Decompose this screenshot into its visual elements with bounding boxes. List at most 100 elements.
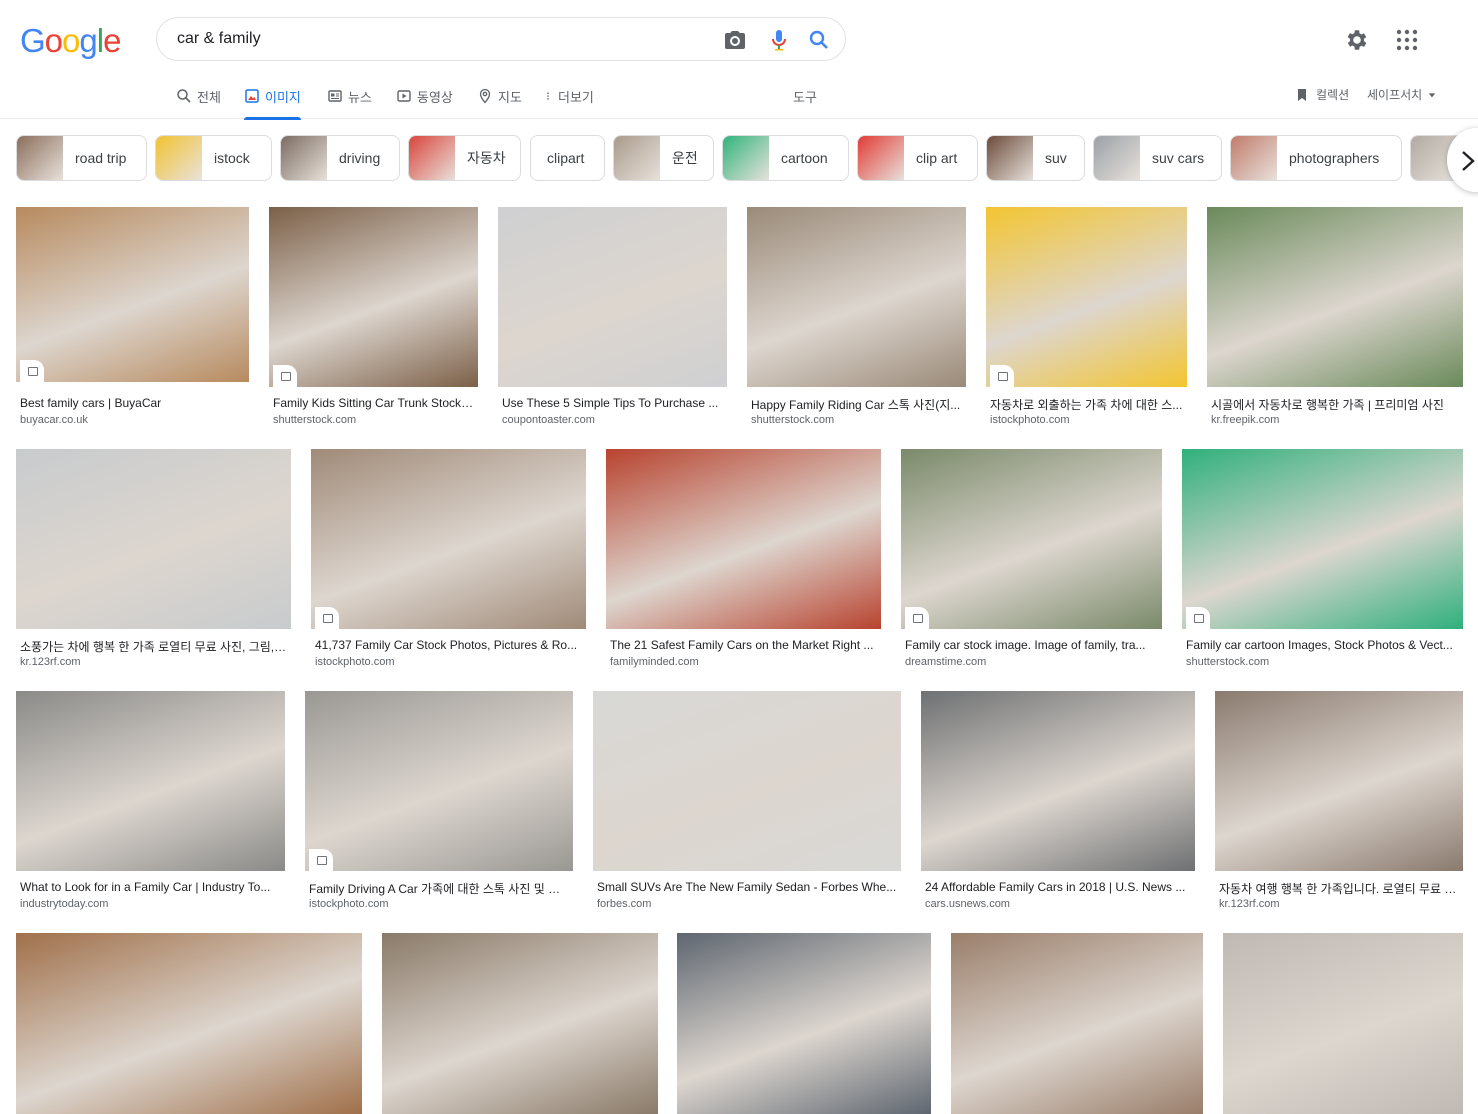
image-result-card[interactable] bbox=[677, 933, 931, 1114]
result-title[interactable]: Happy Family Riding Car 스톡 사진(지... bbox=[751, 396, 962, 413]
image-result-card[interactable]: Family Driving A Car 가족에 대한 스톡 사진 및 기...… bbox=[305, 691, 573, 921]
result-thumbnail[interactable] bbox=[305, 691, 573, 871]
chip-label: suv bbox=[1045, 150, 1067, 166]
image-result-card[interactable]: Family car cartoon Images, Stock Photos … bbox=[1182, 449, 1463, 679]
search-input[interactable]: car & family bbox=[177, 30, 261, 48]
tab-maps[interactable]: 지도 bbox=[477, 86, 522, 106]
related-chip[interactable]: 운전 bbox=[613, 135, 714, 181]
result-source: shutterstock.com bbox=[273, 414, 357, 426]
result-thumbnail[interactable] bbox=[747, 207, 966, 387]
image-result-card[interactable]: 소풍가는 차에 행복 한 가족 로열티 무료 사진, 그림, 이... kr.12… bbox=[16, 449, 291, 679]
result-thumbnail[interactable] bbox=[16, 933, 362, 1114]
tab-label: 이미지 bbox=[265, 89, 301, 105]
result-title[interactable]: 41,737 Family Car Stock Photos, Pictures… bbox=[315, 638, 582, 652]
result-thumbnail[interactable] bbox=[951, 933, 1203, 1114]
related-chip[interactable]: driving bbox=[280, 135, 400, 181]
image-result-card[interactable]: 자동차로 외출하는 가족 차에 대한 스... istockphoto.com bbox=[986, 207, 1187, 437]
safesearch-dropdown[interactable]: 세이프서치 bbox=[1367, 86, 1436, 103]
result-title[interactable]: Small SUVs Are The New Family Sedan - Fo… bbox=[597, 880, 897, 894]
image-result-card[interactable]: Happy Family Riding Car 스톡 사진(지... shutte… bbox=[747, 207, 966, 437]
image-result-card[interactable]: Use These 5 Simple Tips To Purchase ... c… bbox=[498, 207, 727, 437]
result-title[interactable]: 소풍가는 차에 행복 한 가족 로열티 무료 사진, 그림, 이... bbox=[20, 638, 287, 655]
result-thumbnail[interactable] bbox=[986, 207, 1187, 387]
result-thumbnail[interactable] bbox=[921, 691, 1195, 871]
image-result-card[interactable] bbox=[16, 933, 362, 1114]
result-thumbnail[interactable] bbox=[1223, 933, 1463, 1114]
related-chip[interactable]: istock bbox=[155, 135, 272, 181]
chip-thumbnail bbox=[858, 136, 904, 180]
image-result-card[interactable]: 24 Affordable Family Cars in 2018 | U.S.… bbox=[921, 691, 1195, 921]
related-chip[interactable]: clip art bbox=[857, 135, 978, 181]
chip-label: photographers bbox=[1289, 150, 1380, 166]
tab-images[interactable]: 이미지 bbox=[244, 86, 301, 120]
tab-videos[interactable]: 동영상 bbox=[396, 86, 453, 106]
caret-down-icon bbox=[1429, 92, 1436, 97]
result-thumbnail[interactable] bbox=[269, 207, 478, 387]
chip-label: clipart bbox=[547, 150, 585, 166]
result-thumbnail[interactable] bbox=[1207, 207, 1463, 387]
result-title[interactable]: 24 Affordable Family Cars in 2018 | U.S.… bbox=[925, 880, 1191, 894]
result-thumbnail[interactable] bbox=[498, 207, 727, 387]
tab-news[interactable]: 뉴스 bbox=[327, 86, 372, 106]
result-thumbnail[interactable] bbox=[677, 933, 931, 1114]
result-thumbnail[interactable] bbox=[16, 691, 285, 871]
image-result-card[interactable]: 자동차 여행 행복 한 가족입니다. 로열티 무료 사... kr.123rf.c… bbox=[1215, 691, 1463, 921]
image-result-card[interactable]: Best family cars | BuyaCar buyacar.co.uk bbox=[16, 207, 249, 437]
result-title[interactable]: 시골에서 자동차로 행복한 가족 | 프리미엄 사진 bbox=[1211, 396, 1459, 413]
result-thumbnail[interactable] bbox=[16, 207, 249, 382]
result-thumbnail[interactable] bbox=[311, 449, 586, 629]
result-title[interactable]: Use These 5 Simple Tips To Purchase ... bbox=[502, 396, 723, 410]
result-thumbnail[interactable] bbox=[606, 449, 881, 629]
image-result-card[interactable]: 41,737 Family Car Stock Photos, Pictures… bbox=[311, 449, 586, 679]
result-thumbnail[interactable] bbox=[16, 449, 291, 629]
result-title[interactable]: What to Look for in a Family Car | Indus… bbox=[20, 880, 281, 894]
google-logo[interactable]: Google bbox=[20, 22, 121, 60]
result-thumbnail[interactable] bbox=[1215, 691, 1463, 871]
image-result-card[interactable] bbox=[382, 933, 658, 1114]
result-thumbnail[interactable] bbox=[1182, 449, 1463, 629]
settings-gear-icon[interactable] bbox=[1344, 27, 1370, 53]
related-chip[interactable]: suv bbox=[986, 135, 1085, 181]
result-title[interactable]: Family car stock image. Image of family,… bbox=[905, 638, 1158, 652]
image-result-card[interactable]: What to Look for in a Family Car | Indus… bbox=[16, 691, 285, 921]
image-result-card[interactable] bbox=[1223, 933, 1463, 1114]
related-chip[interactable]: cartoon bbox=[722, 135, 849, 181]
image-result-card[interactable]: The 21 Safest Family Cars on the Market … bbox=[606, 449, 881, 679]
result-title[interactable]: Family Driving A Car 가족에 대한 스톡 사진 및 기... bbox=[309, 880, 569, 897]
image-result-card[interactable]: 시골에서 자동차로 행복한 가족 | 프리미엄 사진 kr.freepik.com bbox=[1207, 207, 1463, 437]
tab-tools[interactable]: 도구 bbox=[793, 86, 817, 106]
result-title[interactable]: Family car cartoon Images, Stock Photos … bbox=[1186, 638, 1459, 652]
result-thumbnail[interactable] bbox=[382, 933, 658, 1114]
chip-thumbnail bbox=[1231, 136, 1277, 180]
result-title[interactable]: The 21 Safest Family Cars on the Market … bbox=[610, 638, 877, 652]
chip-thumbnail bbox=[723, 136, 769, 180]
result-title[interactable]: Best family cars | BuyaCar bbox=[20, 396, 245, 410]
collections-link[interactable]: 컬렉션 bbox=[1294, 86, 1349, 103]
tab-label: 지도 bbox=[498, 89, 522, 105]
chip-thumbnail bbox=[156, 136, 202, 180]
tab-label: 전체 bbox=[197, 89, 221, 105]
camera-icon[interactable] bbox=[723, 28, 747, 52]
image-result-card[interactable] bbox=[951, 933, 1203, 1114]
result-thumbnail[interactable] bbox=[901, 449, 1162, 629]
microphone-icon[interactable] bbox=[767, 28, 791, 52]
related-chip[interactable]: suv cars bbox=[1093, 135, 1222, 181]
related-chip[interactable]: 자동차 bbox=[408, 135, 521, 181]
chip-label: 운전 bbox=[672, 150, 698, 166]
search-icon[interactable] bbox=[807, 28, 831, 52]
tab-all[interactable]: 전체 bbox=[176, 86, 221, 106]
result-thumbnail[interactable] bbox=[593, 691, 901, 871]
result-title[interactable]: 자동차로 외출하는 가족 차에 대한 스... bbox=[990, 396, 1183, 413]
related-chip[interactable]: road trip bbox=[16, 135, 147, 181]
related-chip[interactable]: photographers bbox=[1230, 135, 1402, 181]
result-title[interactable]: Family Kids Sitting Car Trunk Stock ... bbox=[273, 396, 474, 410]
tab-more[interactable]: 더보기 bbox=[543, 86, 594, 106]
image-result-card[interactable]: Family Kids Sitting Car Trunk Stock ... s… bbox=[269, 207, 478, 437]
search-box[interactable]: car & family bbox=[156, 17, 846, 61]
apps-grid-icon[interactable] bbox=[1395, 28, 1419, 52]
result-title[interactable]: 자동차 여행 행복 한 가족입니다. 로열티 무료 사... bbox=[1219, 880, 1459, 897]
related-chip[interactable]: clipart bbox=[530, 135, 605, 181]
image-result-card[interactable]: Family car stock image. Image of family,… bbox=[901, 449, 1162, 679]
logo-letter: o bbox=[44, 22, 63, 59]
image-result-card[interactable]: Small SUVs Are The New Family Sedan - Fo… bbox=[593, 691, 901, 921]
